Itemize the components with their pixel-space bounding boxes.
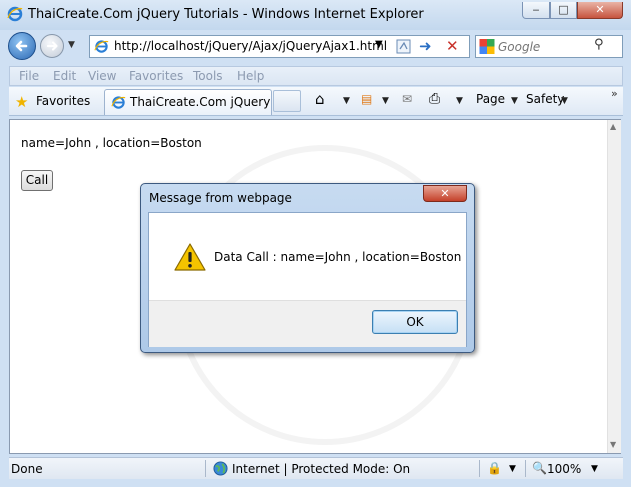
home-icon[interactable]: ⌂ (315, 90, 325, 108)
page-text: name=John , location=Boston (21, 136, 202, 150)
command-bar: ★ Favorites ThaiCreate.Com jQuery ... ⌂ … (9, 87, 623, 116)
tab-active[interactable]: ThaiCreate.Com jQuery ... (104, 89, 286, 115)
search-input[interactable] (498, 37, 593, 56)
forward-button[interactable] (40, 34, 64, 58)
ie-icon (111, 96, 126, 109)
call-button[interactable]: Call (21, 170, 53, 191)
back-button[interactable] (8, 32, 36, 60)
menu-file[interactable]: File (19, 69, 39, 83)
menu-view[interactable]: View (88, 69, 116, 83)
dialog-body: Data Call : name=John , location=Boston … (148, 212, 467, 347)
dialog-message: Data Call : name=John , location=Boston (214, 250, 462, 264)
ok-button[interactable]: OK (372, 310, 458, 334)
menu-bar: File Edit View Favorites Tools Help (9, 66, 623, 86)
page-dropdown[interactable]: ▼ (511, 96, 518, 106)
alert-dialog: Message from webpage ✕ Data Call : name=… (140, 183, 475, 353)
address-dropdown[interactable]: ▼ (375, 39, 383, 50)
arrow-left-icon (15, 40, 28, 52)
recent-pages-dropdown[interactable]: ▼ (68, 40, 75, 50)
window-title: ThaiCreate.Com jQuery Tutorials - Window… (28, 7, 424, 22)
feeds-dropdown[interactable]: ▼ (382, 96, 389, 106)
menu-favorites[interactable]: Favorites (129, 69, 183, 83)
warning-icon (174, 243, 206, 271)
protected-mode-icon[interactable]: 🔒 (487, 461, 502, 475)
scroll-up-icon[interactable]: ▲ (610, 122, 616, 131)
close-window-button[interactable]: ✕ (577, 2, 623, 19)
compatibility-view-icon[interactable] (395, 38, 412, 55)
scroll-down-icon[interactable]: ▼ (610, 440, 616, 449)
feeds-icon[interactable]: ▤ (361, 92, 372, 106)
search-box[interactable]: ⚲ (475, 35, 623, 58)
globe-icon (213, 461, 228, 476)
status-separator (525, 460, 526, 477)
menu-help[interactable]: Help (237, 69, 264, 83)
vertical-scrollbar[interactable]: ▲ ▼ (607, 120, 621, 453)
zoom-icon[interactable]: 🔍 (532, 461, 547, 475)
search-icon[interactable]: ⚲ (594, 37, 604, 52)
address-bar[interactable]: http://localhost/jQuery/Ajax/jQueryAjax1… (89, 35, 470, 58)
arrow-right-icon (46, 41, 58, 51)
title-bar: ThaiCreate.Com jQuery Tutorials - Window… (0, 0, 631, 30)
minimize-button[interactable]: ‒ (522, 2, 550, 19)
maximize-button[interactable]: □ (550, 2, 577, 19)
protected-mode-dropdown[interactable]: ▼ (509, 464, 516, 474)
favorites-button[interactable]: Favorites (36, 94, 90, 108)
print-dropdown[interactable]: ▼ (456, 96, 463, 106)
dialog-title: Message from webpage (149, 191, 292, 205)
page-menu-button[interactable]: Page (476, 92, 505, 106)
home-dropdown[interactable]: ▼ (343, 96, 350, 106)
print-icon[interactable]: ⎙ (429, 91, 440, 107)
zoom-dropdown[interactable]: ▼ (591, 464, 598, 474)
status-separator (479, 460, 480, 477)
google-icon (479, 39, 495, 54)
status-text: Done (11, 462, 43, 476)
go-button[interactable]: ➜ (419, 37, 432, 55)
page-icon (94, 40, 109, 53)
stop-button[interactable]: ✕ (446, 37, 459, 55)
mail-icon[interactable]: ✉ (402, 92, 412, 106)
new-tab-button[interactable] (273, 90, 301, 112)
status-bar: Done Internet | Protected Mode: On 🔒 ▼ 🔍… (9, 457, 623, 479)
tab-label: ThaiCreate.Com jQuery ... (130, 95, 286, 109)
zoom-level[interactable]: 100% (547, 462, 581, 476)
address-input[interactable]: http://localhost/jQuery/Ajax/jQueryAjax1… (114, 39, 387, 53)
menu-tools[interactable]: Tools (193, 69, 223, 83)
chevron-more-icon[interactable]: » (611, 87, 618, 100)
safety-menu-button[interactable]: Safety (526, 92, 564, 106)
menu-edit[interactable]: Edit (53, 69, 76, 83)
ie-icon (7, 6, 23, 22)
favorites-star-icon[interactable]: ★ (15, 93, 28, 111)
status-separator (205, 460, 206, 477)
dialog-close-button[interactable]: ✕ (423, 185, 467, 202)
safety-dropdown[interactable]: ▼ (561, 96, 568, 106)
security-zone[interactable]: Internet | Protected Mode: On (232, 462, 410, 476)
